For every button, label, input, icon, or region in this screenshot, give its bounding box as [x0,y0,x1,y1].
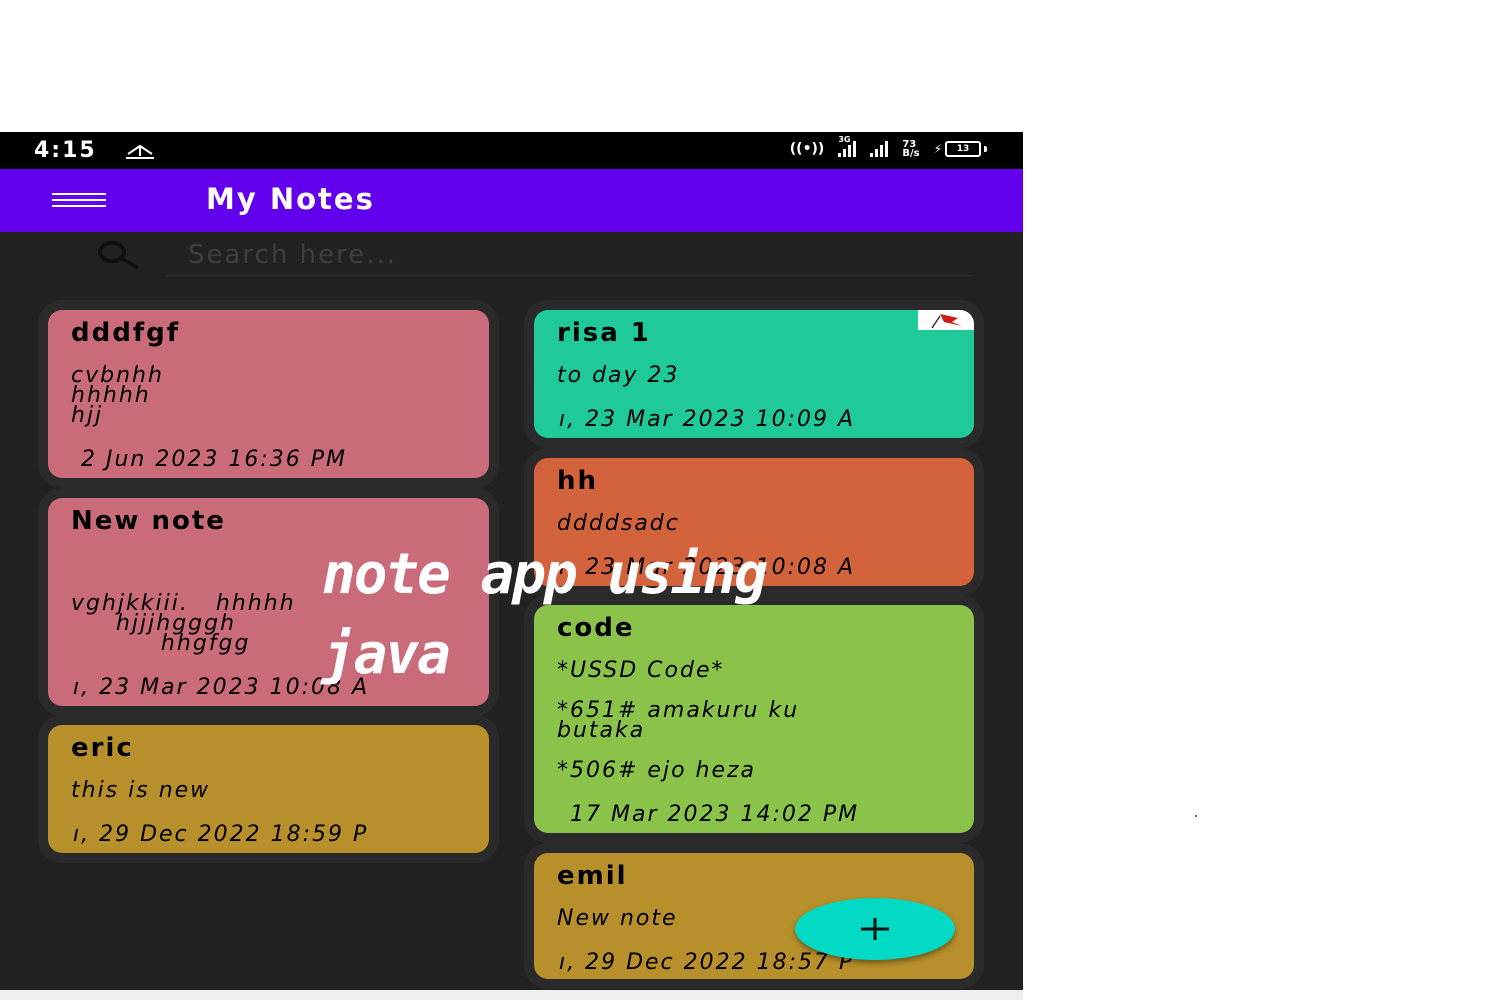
note-date: ı, 29 Dec 2022 18:59 P [73,822,369,847]
note-title: hh [557,466,599,496]
network-speed: 73 B/s [902,140,920,159]
note-card[interactable]: hh ddddsadc ı, 23 Mar 2023 10:08 A [534,458,974,586]
note-body: this is new [71,778,211,803]
note-body: vghjkkiii. hhhhh hjjjhgggh hhgfgg [71,591,296,656]
note-title: code [557,613,635,643]
status-icons: ((•)) 3G 73 B/s ⚡ 13 [789,135,987,159]
note-card[interactable]: eric this is new ı, 29 Dec 2022 18:59 P [48,725,489,853]
add-note-button[interactable] [795,898,955,960]
battery-icon: ⚡ 13 [934,141,987,157]
status-time: 4:15 [34,138,97,163]
note-title: eric [71,733,134,763]
note-title: emil [557,861,628,891]
signal-3g-icon: 3G [838,135,857,157]
search-bar [0,232,1023,288]
bottom-strip [0,990,1023,1000]
note-card[interactable]: risa 1 to day 23 ı, 23 Mar 2023 10:09 A [534,310,974,438]
note-date: ı, 23 Mar 2023 10:08 A [559,555,856,580]
note-title: New note [71,506,226,536]
note-card[interactable]: dddfgf cvbnhh hhhhh hjj 2 Jun 2023 16:36… [48,310,489,478]
search-input[interactable] [166,234,972,276]
upload-icon [126,144,154,159]
status-bar: 4:15 ((•)) 3G 73 B/s ⚡ 13 [0,132,1023,169]
menu-icon[interactable] [52,193,106,209]
note-date: ı, 23 Mar 2023 10:09 A [559,407,856,432]
net-type-label: 3G [838,135,851,144]
note-body: New note [557,906,678,931]
note-body: ddddsadc [557,511,680,536]
search-icon [98,241,139,270]
note-card[interactable]: New note vghjkkiii. hhhhh hjjjhgggh hhgf… [48,498,489,706]
note-card[interactable]: code *USSD Code* *651# amakuru ku butaka… [534,605,974,833]
page-title: My Notes [206,182,375,216]
note-body: cvbnhh hhhhh hjj [71,363,164,428]
stray-dot [1195,815,1197,817]
flag-icon [918,310,974,330]
plus-icon [861,918,889,940]
note-date: 17 Mar 2023 14:02 PM [570,802,860,827]
speed-unit: B/s [902,148,920,159]
app-bar: My Notes [0,169,1023,232]
note-body: to day 23 [557,363,680,388]
charging-icon: ⚡ [933,142,942,156]
hotspot-icon: ((•)) [789,141,825,157]
note-title: risa 1 [557,318,651,348]
signal-icon [870,141,889,157]
battery-level: 13 [945,141,981,157]
note-body: *USSD Code* *651# amakuru ku butaka *506… [557,658,800,783]
note-title: dddfgf [71,318,181,348]
phone-screen: 4:15 ((•)) 3G 73 B/s ⚡ 13 My Notes Searc… [0,132,1023,990]
note-date: ı, 23 Mar 2023 10:08 A [73,675,370,700]
note-date: 2 Jun 2023 16:36 PM [81,447,347,472]
